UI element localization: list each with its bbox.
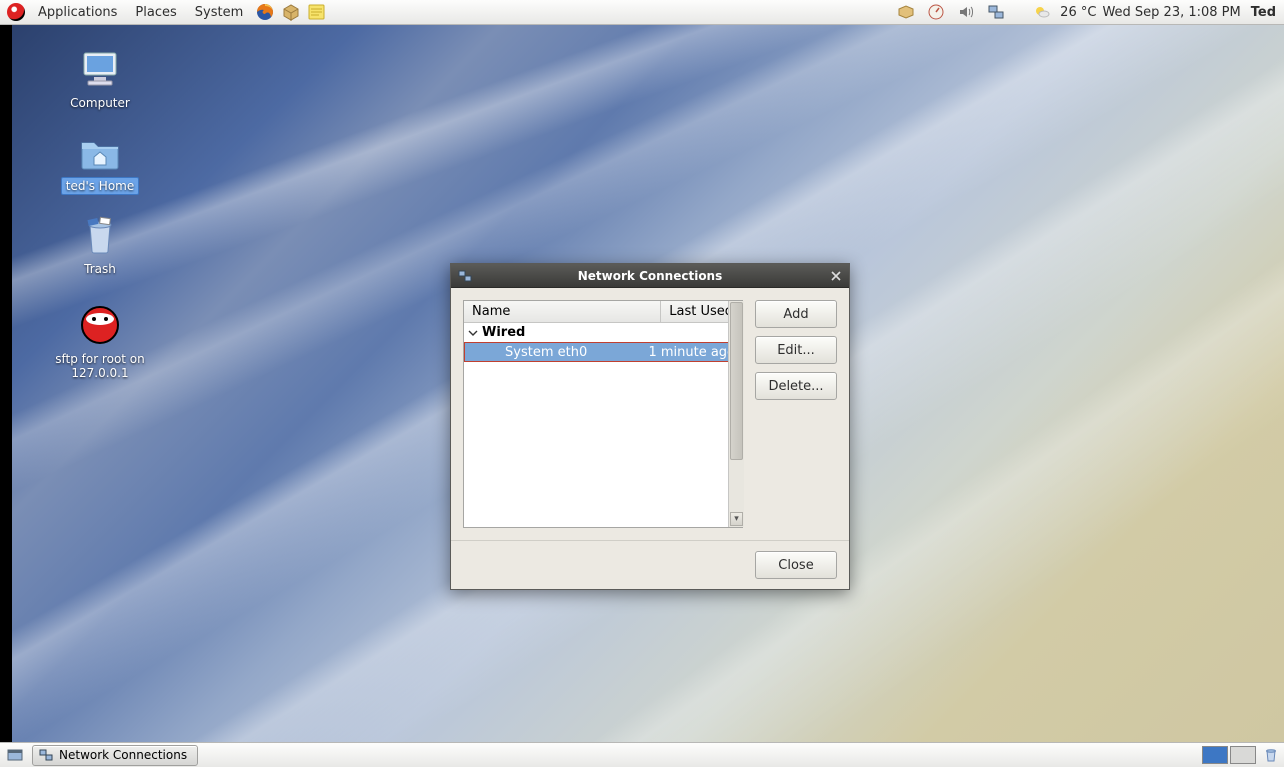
desktop-icon-trash[interactable]: Trash — [40, 211, 160, 277]
group-label: Wired — [482, 325, 525, 340]
menu-system[interactable]: System — [187, 2, 251, 23]
volume-icon[interactable] — [954, 0, 978, 24]
desktop-icon-label: Trash — [80, 261, 120, 277]
workspace-switcher[interactable] — [1202, 746, 1256, 764]
connection-name: System eth0 — [465, 345, 648, 360]
column-headers: Name Last Used — [464, 301, 742, 323]
connection-list[interactable]: Name Last Used Wired System eth0 1 minut… — [463, 300, 743, 528]
taskbar-item-label: Network Connections — [59, 748, 187, 762]
close-button[interactable]: Close — [755, 551, 837, 579]
computer-icon — [76, 45, 124, 93]
dialog-footer: Close — [451, 540, 849, 589]
network-connections-dialog: Network Connections Name Last Used Wired — [450, 263, 850, 590]
desktop-icon-label: Computer — [66, 95, 134, 111]
cpu-monitor-icon[interactable] — [924, 0, 948, 24]
delete-button[interactable]: Delete... — [755, 372, 837, 400]
connection-list-wrap: Name Last Used Wired System eth0 1 minut… — [463, 300, 745, 528]
panel-weather-temp[interactable]: 26 °C — [1060, 5, 1096, 20]
desktop-icon-sftp[interactable]: sftp for root on 127.0.0.1 — [40, 301, 160, 382]
column-name[interactable]: Name — [464, 301, 661, 322]
network-manager-icon[interactable] — [984, 0, 1008, 24]
dialog-title-icon — [457, 268, 473, 284]
add-button[interactable]: Add — [755, 300, 837, 328]
workspace-1[interactable] — [1202, 746, 1228, 764]
firefox-icon[interactable] — [253, 0, 277, 24]
update-notifier-icon[interactable] — [894, 0, 918, 24]
close-icon[interactable] — [826, 266, 846, 286]
scrollbar-thumb[interactable] — [730, 302, 743, 460]
desktop-icon-home[interactable]: ted's Home — [40, 127, 160, 195]
connection-item[interactable]: System eth0 1 minute ago — [464, 342, 742, 362]
bottom-panel-right — [1202, 746, 1284, 764]
bottom-panel: Network Connections — [0, 742, 1284, 767]
notes-icon[interactable] — [305, 0, 329, 24]
desktop[interactable]: Computer ted's Home Trash sftp for root … — [0, 25, 1284, 742]
menu-applications[interactable]: Applications — [30, 2, 125, 23]
package-updater-icon[interactable] — [279, 0, 303, 24]
scrollbar-down-arrow-icon[interactable]: ▾ — [730, 512, 743, 526]
sftp-location-icon — [76, 301, 124, 349]
dialog-title: Network Connections — [451, 269, 849, 283]
group-wired[interactable]: Wired — [464, 323, 742, 342]
screen-edge-left — [0, 25, 12, 742]
dialog-body: Name Last Used Wired System eth0 1 minut… — [451, 288, 849, 540]
desktop-icon-computer[interactable]: Computer — [40, 45, 160, 111]
taskbar-item-network-connections[interactable]: Network Connections — [32, 745, 198, 766]
show-desktop-icon[interactable] — [4, 744, 26, 766]
trash-icon — [76, 211, 124, 259]
edit-button[interactable]: Edit... — [755, 336, 837, 364]
desktop-icon-label: sftp for root on 127.0.0.1 — [40, 351, 160, 382]
menu-places[interactable]: Places — [127, 2, 184, 23]
top-panel-left: Applications Places System — [0, 0, 329, 24]
desktop-icon-label: ted's Home — [61, 177, 140, 195]
weather-icon[interactable] — [1030, 0, 1054, 24]
home-folder-icon — [76, 127, 124, 175]
panel-clock[interactable]: Wed Sep 23, 1:08 PM — [1102, 5, 1240, 20]
trash-applet-icon[interactable] — [1262, 746, 1280, 764]
panel-user-menu[interactable]: Ted — [1247, 5, 1276, 20]
taskbar-item-icon — [39, 748, 53, 762]
distro-logo-icon[interactable] — [4, 0, 28, 24]
vertical-scrollbar[interactable]: ▾ — [728, 301, 744, 527]
dialog-titlebar[interactable]: Network Connections — [451, 264, 849, 288]
top-panel-right: 26 °C Wed Sep 23, 1:08 PM Ted — [894, 0, 1284, 24]
workspace-2[interactable] — [1230, 746, 1256, 764]
top-panel: Applications Places System 26 °C Wed — [0, 0, 1284, 25]
expander-icon[interactable] — [468, 328, 478, 338]
dialog-side-buttons: Add Edit... Delete... — [755, 300, 837, 528]
